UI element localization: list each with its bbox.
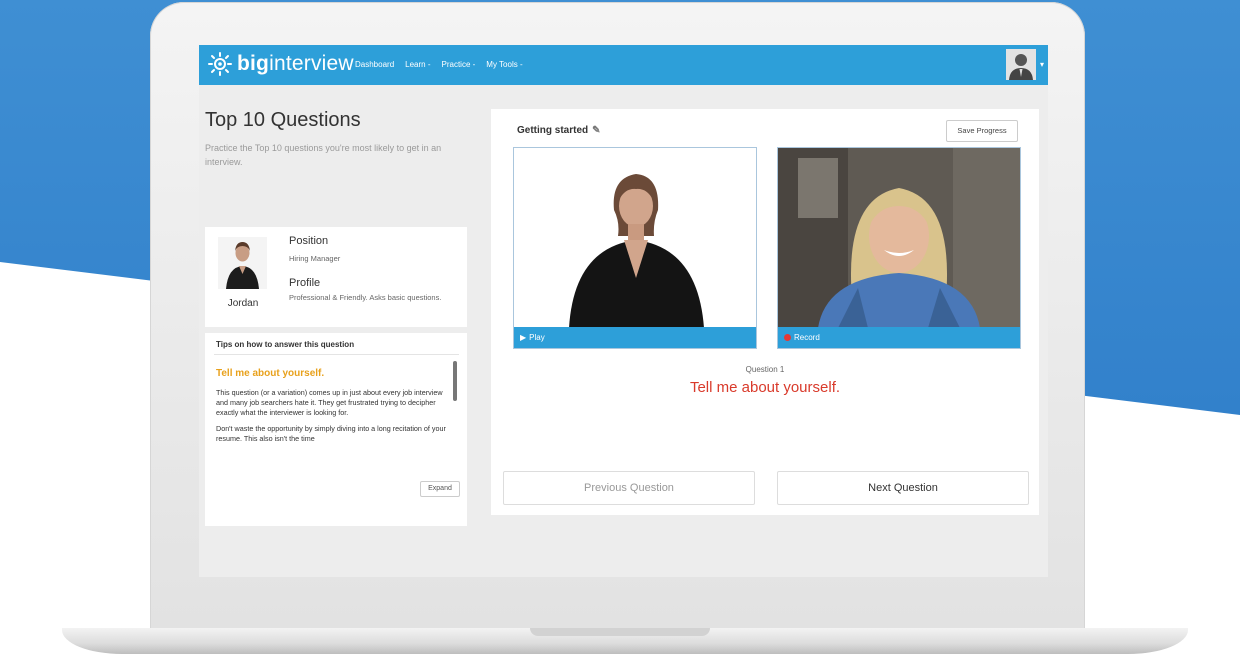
record-label: Record: [794, 333, 820, 342]
nav-item-practice[interactable]: Practice -: [442, 60, 476, 69]
nav-menu: Dashboard Learn - Practice - My Tools -: [355, 60, 523, 69]
webcam-video[interactable]: Record: [777, 147, 1021, 349]
play-label: Play: [529, 333, 545, 342]
brand-name: biginterview: [237, 52, 354, 75]
top-navbar: biginterview Dashboard Learn - Practice …: [199, 45, 1048, 85]
record-dot-icon: [784, 334, 791, 341]
nav-item-learn[interactable]: Learn -: [405, 60, 430, 69]
laptop-notch: [530, 628, 710, 636]
nav-item-my-tools[interactable]: My Tools -: [486, 60, 522, 69]
question-text: Tell me about yourself.: [689, 379, 841, 396]
interviewer-video-image: [514, 148, 756, 328]
page-description: Practice the Top 10 questions you're mos…: [205, 143, 442, 167]
page-title: Top 10 Questions: [205, 109, 361, 131]
next-question-button[interactable]: Next Question: [777, 471, 1029, 505]
tips-question: Tell me about yourself.: [216, 368, 325, 379]
record-bar[interactable]: Record: [778, 327, 1020, 348]
save-progress-button[interactable]: Save Progress: [946, 120, 1018, 142]
left-panel: Top 10 Questions Practice the Top 10 que…: [205, 109, 467, 526]
chevron-down-icon[interactable]: ▾: [1040, 60, 1044, 69]
user-menu[interactable]: ▾: [1005, 49, 1044, 80]
interviewer-name: Jordan: [227, 298, 259, 309]
scrollbar-thumb[interactable]: [453, 361, 457, 401]
profile-value: Professional & Friendly. Asks basic ques…: [289, 293, 442, 302]
practice-panel: Getting started ✎ Save Progress ▶ Play R…: [491, 109, 1039, 515]
app-screen: biginterview Dashboard Learn - Practice …: [199, 45, 1048, 577]
nav-item-dashboard[interactable]: Dashboard: [355, 60, 394, 69]
section-title-text: Getting started: [517, 125, 589, 136]
tips-body[interactable]: This question (or a variation) comes up …: [216, 388, 451, 483]
play-bar[interactable]: ▶ Play: [514, 327, 756, 348]
brand-logo[interactable]: biginterview: [207, 51, 354, 77]
tips-paragraph: This question (or a variation) comes up …: [216, 388, 443, 417]
position-value: Hiring Manager: [289, 254, 341, 263]
section-title: Getting started ✎: [517, 125, 601, 136]
tips-title: Tips on how to answer this question: [216, 340, 355, 349]
tips-paragraph: Don't waste the opportunity by simply di…: [216, 424, 446, 443]
position-label: Position: [289, 235, 329, 247]
expand-button[interactable]: Expand: [420, 481, 460, 497]
question-number: Question 1: [745, 365, 785, 374]
sun-logo-icon: [208, 52, 232, 76]
previous-question-button[interactable]: Previous Question: [503, 471, 755, 505]
interviewer-card: Jordan Position Hiring Manager Profile P…: [205, 227, 467, 327]
interviewer-video[interactable]: ▶ Play: [513, 147, 757, 349]
divider: [214, 354, 459, 355]
user-avatar-icon[interactable]: [1005, 49, 1036, 80]
profile-label: Profile: [289, 277, 321, 289]
pencil-icon[interactable]: ✎: [592, 125, 600, 136]
tips-card: Tips on how to answer this question Tell…: [205, 333, 467, 526]
webcam-video-image: [778, 148, 1020, 328]
interviewer-photo: [218, 237, 267, 289]
play-icon: ▶: [520, 333, 527, 342]
